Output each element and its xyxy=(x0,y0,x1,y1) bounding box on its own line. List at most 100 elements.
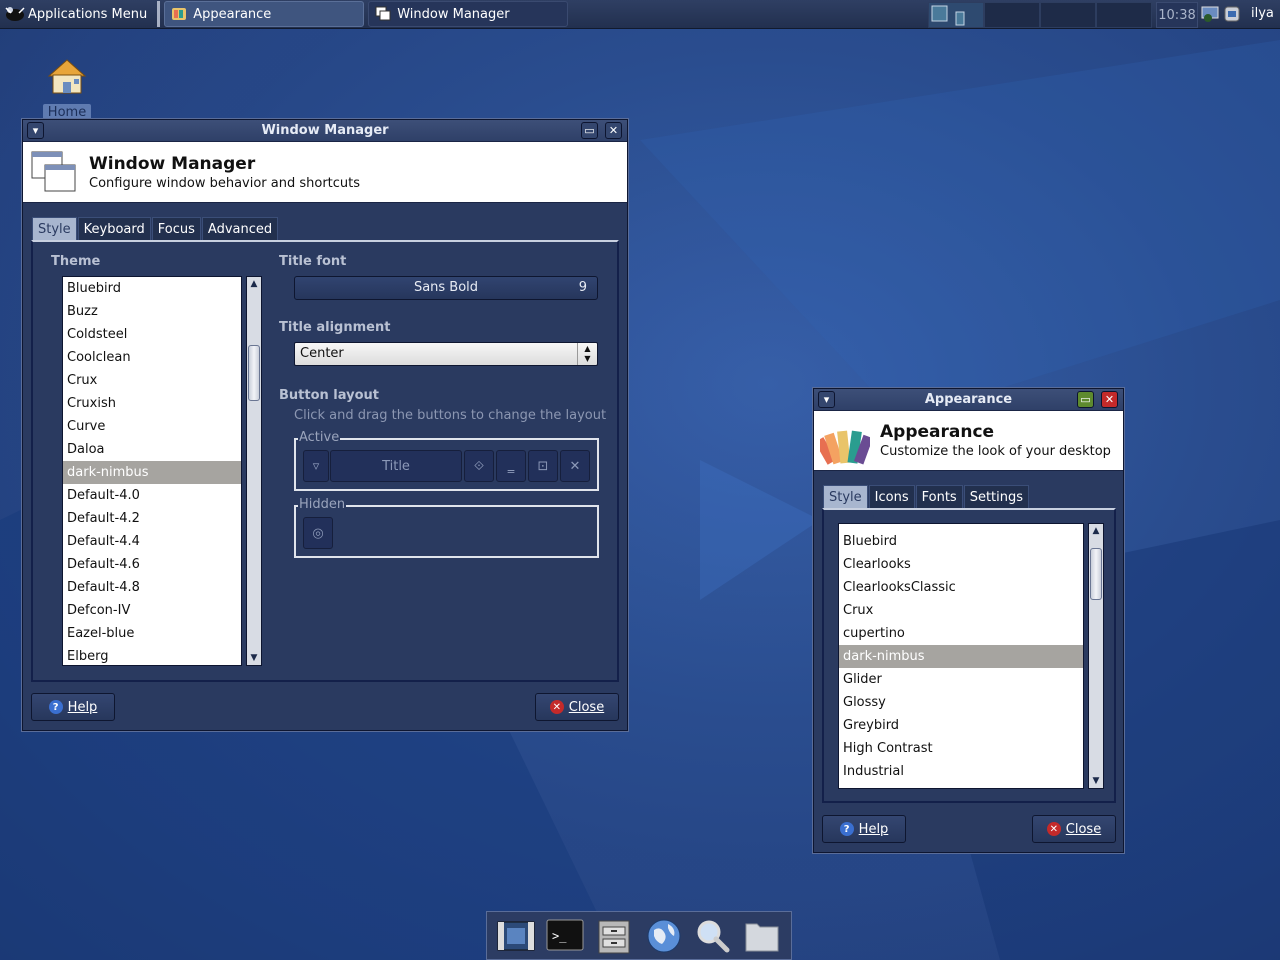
theme-list[interactable]: Bluebird Clearlooks ClearlooksClassic Crux c… xyxy=(838,523,1084,789)
terminal-icon[interactable]: >_ xyxy=(545,916,585,956)
close-button-label: Close xyxy=(568,699,605,715)
theme-list-item[interactable]: Curve xyxy=(63,415,241,438)
tab-settings[interactable]: Settings xyxy=(963,485,1030,509)
stick-layout-button[interactable]: ⟐ xyxy=(464,450,494,482)
theme-list-item[interactable]: Bluebird xyxy=(63,277,241,300)
workspace-2[interactable] xyxy=(984,2,1040,28)
help-button-label: Help xyxy=(858,821,889,837)
active-buttons-box[interactable]: Active ▿ Title ⟐ ‗ ⊡ ✕ xyxy=(294,430,599,491)
tab-keyboard[interactable]: Keyboard xyxy=(77,217,151,241)
theme-list-item[interactable]: Eazel-blue xyxy=(63,622,241,645)
close-button[interactable]: ✕ Close xyxy=(1032,815,1116,843)
theme-list-item[interactable]: Crux xyxy=(839,599,1083,622)
theme-list-item[interactable]: Defcon-IV xyxy=(63,599,241,622)
title-layout-button[interactable]: Title xyxy=(330,450,462,482)
dialog-header: Window Manager Configure window behavior… xyxy=(23,142,627,203)
video-player-icon[interactable] xyxy=(496,916,536,956)
window-titlebar[interactable]: ▾ Appearance ▭ ✕ xyxy=(814,389,1123,411)
web-browser-icon[interactable] xyxy=(644,916,684,956)
theme-list-item[interactable]: Glider xyxy=(839,668,1083,691)
taskbar-item-window-manager[interactable]: Window Manager xyxy=(368,1,569,27)
desktop-icon-home[interactable]: Home xyxy=(43,58,91,121)
maximize-button[interactable]: ▭ xyxy=(1077,391,1094,408)
title-font-button[interactable]: Sans Bold 9 xyxy=(294,276,598,300)
theme-list-item[interactable]: Buzz xyxy=(63,300,241,323)
title-alignment-select[interactable]: Center ▲ ▼ xyxy=(294,342,598,366)
scroll-down-arrow[interactable]: ▼ xyxy=(1089,774,1103,788)
close-layout-button[interactable]: ✕ xyxy=(560,450,590,482)
theme-list-scrollbar[interactable]: ▲ ▼ xyxy=(246,276,262,666)
title-font-name: Sans Bold xyxy=(413,280,479,295)
network-icon[interactable] xyxy=(1200,4,1220,24)
user-name[interactable]: ilya xyxy=(1251,6,1274,21)
window-manager-icon xyxy=(375,6,391,21)
scroll-up-arrow[interactable]: ▲ xyxy=(247,277,261,291)
clock[interactable]: 10:38 xyxy=(1156,2,1198,28)
tab-icons[interactable]: Icons xyxy=(868,485,915,509)
theme-list-item[interactable]: Glossy xyxy=(839,691,1083,714)
theme-list-scrollbar[interactable]: ▲ ▼ xyxy=(1088,523,1104,789)
theme-list-item[interactable]: Default-4.8 xyxy=(63,576,241,599)
theme-list-item[interactable]: Industrial xyxy=(839,760,1083,783)
theme-list-item[interactable]: Default-4.6 xyxy=(63,553,241,576)
theme-list-item[interactable]: Daloa xyxy=(63,438,241,461)
close-window-button[interactable]: ✕ xyxy=(605,122,622,139)
theme-list-item[interactable]: Crux xyxy=(63,369,241,392)
workspace-1[interactable] xyxy=(928,2,984,28)
window-titlebar[interactable]: ▾ Window Manager ▭ ✕ xyxy=(23,120,627,142)
tab-fonts[interactable]: Fonts xyxy=(915,485,963,509)
close-window-button[interactable]: ✕ xyxy=(1101,391,1118,408)
workspace-switcher[interactable] xyxy=(928,2,1152,28)
workspace-3[interactable] xyxy=(1040,2,1096,28)
theme-list-item[interactable]: dark-nimbus xyxy=(839,645,1083,668)
header-title: Appearance xyxy=(880,422,995,442)
scroll-up-arrow[interactable]: ▲ xyxy=(1089,524,1103,538)
help-button[interactable]: ? Help xyxy=(31,693,115,721)
theme-list-item[interactable]: Coolclean xyxy=(63,346,241,369)
appearance-icon xyxy=(172,8,187,20)
applications-menu-button[interactable]: Applications Menu xyxy=(0,0,153,29)
title-alignment-label: Title alignment xyxy=(279,320,391,335)
shade-layout-button[interactable]: ◎ xyxy=(303,517,333,549)
scrollbar-thumb[interactable] xyxy=(248,345,260,401)
minimize-layout-button[interactable]: ‗ xyxy=(496,450,526,482)
workspace-thumbnail xyxy=(931,5,965,26)
theme-list-item[interactable]: Default-4.0 xyxy=(63,484,241,507)
theme-list-item[interactable]: High Contrast xyxy=(839,737,1083,760)
taskbar-item-appearance[interactable]: Appearance xyxy=(164,1,365,27)
theme-list-item[interactable]: ClearlooksClassic xyxy=(839,576,1083,599)
theme-list-item[interactable]: Greybird xyxy=(839,714,1083,737)
search-icon[interactable] xyxy=(693,916,733,956)
tab-label: Style xyxy=(829,490,862,505)
close-button[interactable]: ✕ Close xyxy=(535,693,619,721)
workspace-4[interactable] xyxy=(1096,2,1152,28)
file-manager-icon[interactable] xyxy=(594,916,634,956)
theme-list-item[interactable]: Cruxish xyxy=(63,392,241,415)
theme-list-item[interactable]: Clearlooks xyxy=(839,553,1083,576)
window-manager-icon xyxy=(31,151,76,192)
tab-style[interactable]: Style xyxy=(32,217,77,241)
maximize-layout-button[interactable]: ⊡ xyxy=(528,450,558,482)
scrollbar-thumb[interactable] xyxy=(1090,548,1102,600)
help-button[interactable]: ? Help xyxy=(822,815,906,843)
menu-layout-button[interactable]: ▿ xyxy=(303,450,329,482)
folder-icon[interactable] xyxy=(742,916,782,956)
theme-list-item[interactable]: cupertino xyxy=(839,622,1083,645)
theme-list-item[interactable]: Bluebird xyxy=(839,530,1083,553)
scroll-down-arrow[interactable]: ▼ xyxy=(247,651,261,665)
system-tray xyxy=(1200,4,1242,24)
hidden-buttons-box[interactable]: Hidden ◎ xyxy=(294,497,599,558)
theme-list-item[interactable]: Default-4.2 xyxy=(63,507,241,530)
maximize-button[interactable]: ▭ xyxy=(581,122,598,139)
tab-advanced[interactable]: Advanced xyxy=(201,217,279,241)
panel-separator xyxy=(157,1,161,27)
tab-focus[interactable]: Focus xyxy=(151,217,201,241)
theme-list[interactable]: Bluebird Buzz Coldsteel Coolclean Crux Cruxis… xyxy=(62,276,242,666)
tab-style[interactable]: Style xyxy=(823,485,868,509)
theme-list-item[interactable]: Default-4.4 xyxy=(63,530,241,553)
power-icon[interactable] xyxy=(1222,4,1242,24)
style-tab-panel: Bluebird Clearlooks ClearlooksClassic Crux c… xyxy=(822,508,1116,803)
theme-list-item[interactable]: Coldsteel xyxy=(63,323,241,346)
theme-list-item[interactable]: dark-nimbus xyxy=(63,461,241,484)
theme-list-item[interactable]: Elberg xyxy=(63,645,241,665)
